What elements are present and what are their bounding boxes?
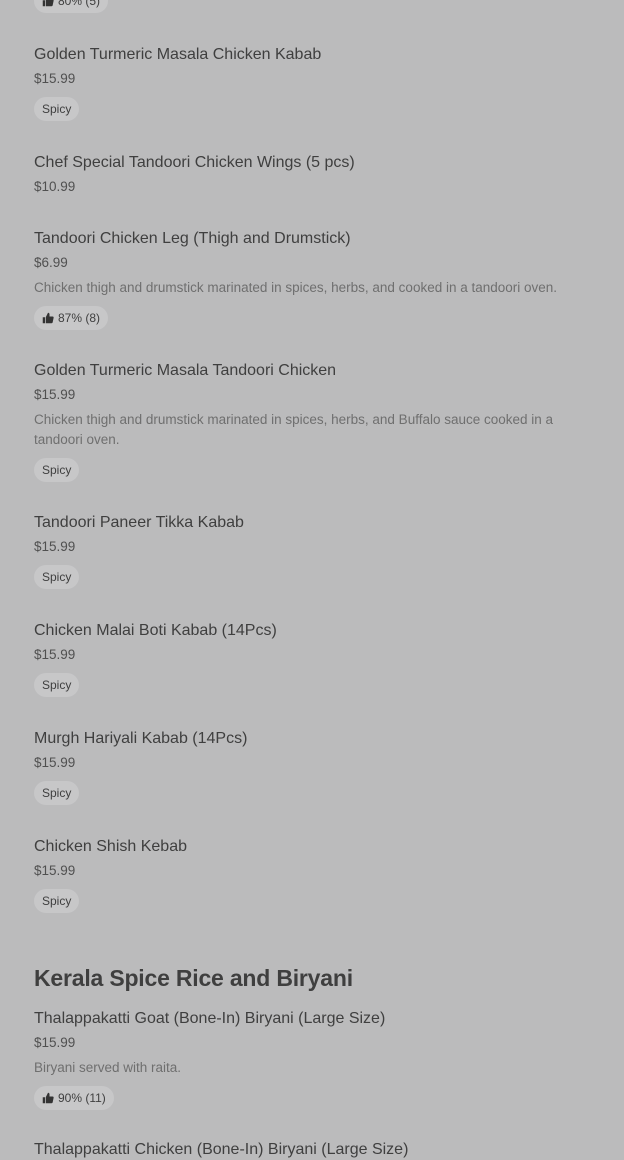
- item-price: $15.99: [34, 387, 76, 402]
- item-price: $15.99: [34, 863, 76, 878]
- item-name: Chicken Shish Kebab: [34, 838, 187, 855]
- item-description: Chicken thigh and drumstick marinated in…: [34, 412, 554, 447]
- item-name: Chef Special Tandoori Chicken Wings (5 p…: [34, 154, 355, 171]
- item-name: Golden Turmeric Masala Chicken Kabab: [34, 46, 322, 63]
- item-price: $15.99: [34, 755, 76, 770]
- spicy-tag: Spicy: [34, 458, 80, 482]
- spicy-tag: Spicy: [34, 97, 80, 121]
- item-price: $6.99: [34, 255, 68, 270]
- item-name: Thalappakatti Goat (Bone-In) Biryani (La…: [34, 1010, 386, 1027]
- item-name: Tandoori Chicken Leg (Thigh and Drumstic…: [34, 230, 351, 247]
- thumbs-up-icon: [42, 312, 54, 324]
- menu-item[interactable]: Chef Special Tandoori Chicken Wings (5 p…: [34, 153, 604, 194]
- item-price: $15.99: [34, 1035, 76, 1050]
- item-description: Biryani served with raita.: [34, 1060, 182, 1075]
- thumbs-up-icon: [42, 0, 54, 7]
- item-name: Chicken Malai Boti Kabab (14Pcs): [34, 622, 277, 639]
- rating-badge: 87% (8): [34, 306, 109, 330]
- spicy-tag: Spicy: [34, 673, 80, 697]
- menu-item[interactable]: Golden Turmeric Masala Tandoori Chicken …: [34, 361, 604, 482]
- menu-item[interactable]: Chicken Malai Boti Kabab (14Pcs) $15.99 …: [34, 621, 604, 697]
- section-title: Kerala Spice Rice and Biryani: [34, 965, 353, 991]
- rating-badge: 80% (5): [34, 0, 109, 13]
- spicy-tag: Spicy: [34, 781, 80, 805]
- menu-item[interactable]: Tandoori Paneer Tikka Kabab $15.99 Spicy: [34, 513, 604, 589]
- menu-item[interactable]: Chicken Shish Kebab $15.99 Spicy: [34, 837, 604, 913]
- menu-item[interactable]: Murgh Hariyali Kabab (14Pcs) $15.99 Spic…: [34, 729, 604, 805]
- spicy-tag: Spicy: [34, 565, 80, 589]
- item-price: $15.99: [34, 647, 76, 662]
- item-name: Thalappakatti Chicken (Bone-In) Biryani …: [34, 1141, 409, 1158]
- item-name: Tandoori Paneer Tikka Kabab: [34, 514, 244, 531]
- spicy-tag: Spicy: [34, 889, 80, 913]
- menu-item[interactable]: Tandoori Chicken Leg (Thigh and Drumstic…: [34, 229, 604, 330]
- thumbs-up-icon: [42, 1092, 54, 1104]
- menu-item[interactable]: Thalappakatti Chicken (Bone-In) Biryani …: [34, 1140, 604, 1160]
- menu-item[interactable]: Thalappakatti Goat (Bone-In) Biryani (La…: [34, 1009, 604, 1110]
- menu-item[interactable]: Golden Turmeric Masala Chicken Kabab $15…: [34, 45, 604, 121]
- item-description: Chicken thigh and drumstick marinated in…: [34, 280, 558, 295]
- item-price: $15.99: [34, 539, 76, 554]
- item-price: $10.99: [34, 179, 76, 194]
- item-price: $15.99: [34, 71, 76, 86]
- rating-badge: 90% (11): [34, 1086, 114, 1110]
- item-name: Murgh Hariyali Kabab (14Pcs): [34, 730, 248, 747]
- item-name: Golden Turmeric Masala Tandoori Chicken: [34, 362, 337, 379]
